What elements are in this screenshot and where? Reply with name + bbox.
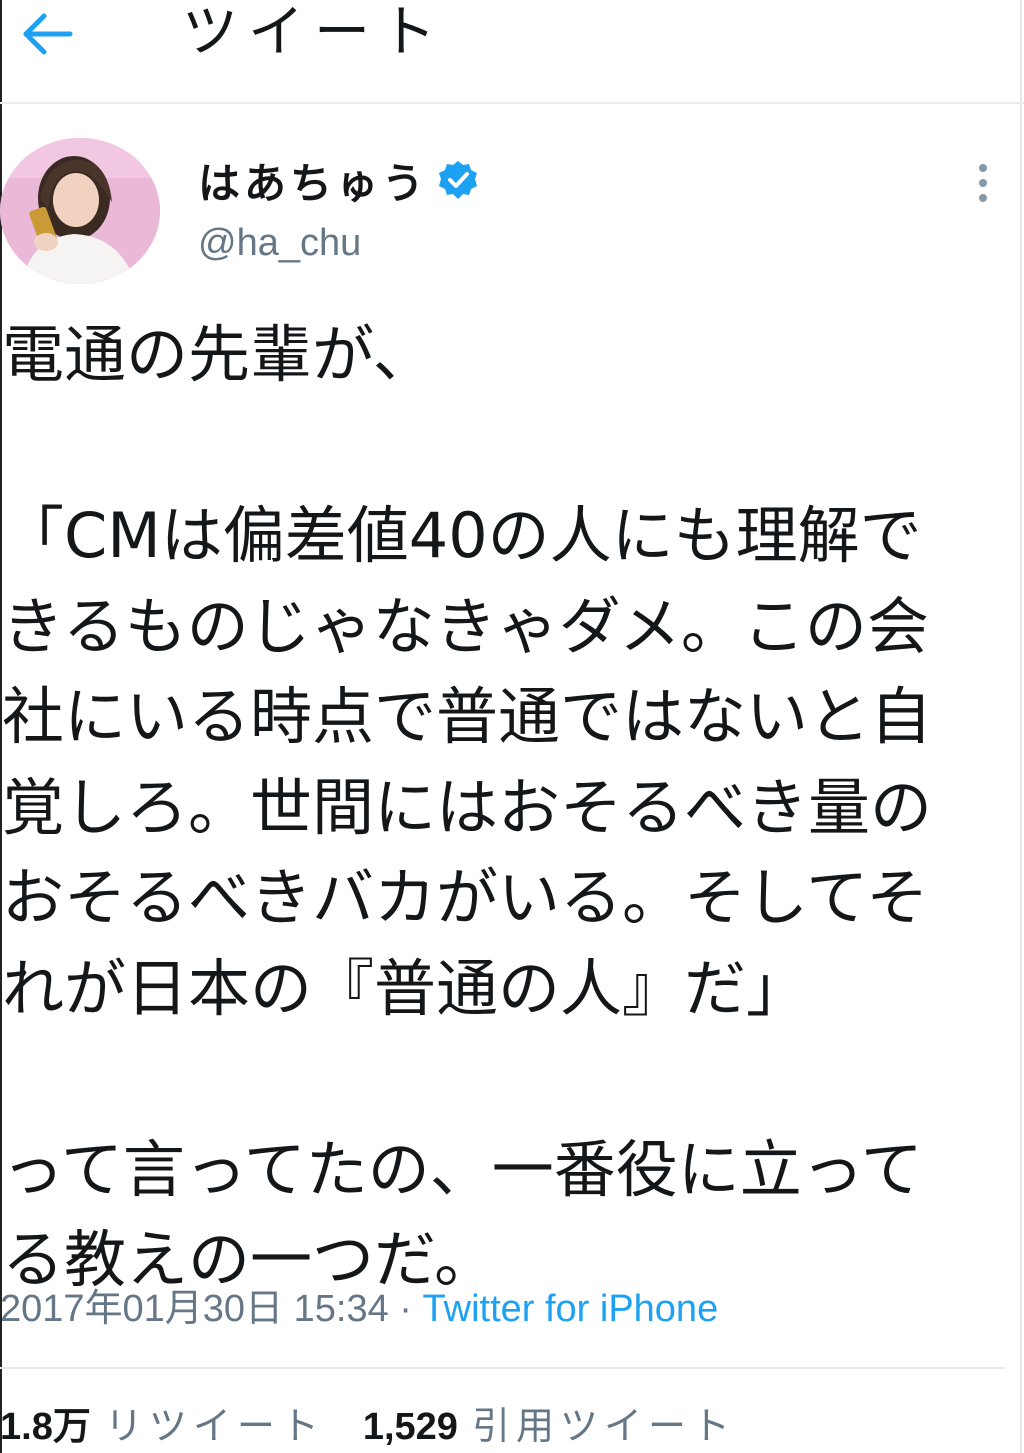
display-name[interactable]: はあちゅう [198,150,428,211]
quote-tweets-stat[interactable]: 1,529 引用ツイート [363,1400,736,1453]
tweet-line: 覚しろ。世間にはおそるべき量の [2,770,933,844]
retweets-label: リツイート [104,1404,325,1448]
tweet-stats: 1.8万 リツイート 1,529 引用ツイート [0,1400,736,1453]
quote-tweets-label: 引用ツイート [471,1404,736,1448]
tweet-timestamp: 2017年01月30日 15:34 [0,1288,389,1330]
meta-separator: · [388,1288,423,1330]
tweet-line: 電通の先輩が、 [2,318,435,391]
back-button[interactable] [18,8,78,60]
tweet-line: きるものじゃなきゃダメ。この会 [2,589,929,663]
profile-photo [0,138,160,284]
page-title: ツイート [182,0,446,65]
arrow-left-icon [23,13,73,55]
top-bar: ツイート [0,0,1024,104]
avatar[interactable] [0,138,160,284]
user-handle[interactable]: @ha_chu [198,222,361,265]
source-link[interactable]: Twitter for iPhone [423,1288,719,1330]
retweets-stat[interactable]: 1.8万 リツイート [0,1400,325,1453]
divider [0,1367,1006,1369]
tweet-text: 電通の先輩が、 「CMは偏差値40の人にも理解で きるものじゃなきゃダメ。この会… [2,310,1002,1306]
quote-tweets-count: 1,529 [362,1406,458,1448]
tweet-line: れが日本の『普通の人』だ」 [2,951,809,1025]
more-vertical-icon [979,164,987,202]
tweet-line: 「CMは偏差値40の人にも理解で [2,499,922,572]
tweet-line: って言ってたの、一番役に立って [2,1132,923,1206]
verified-badge-icon [439,161,478,199]
tweet-meta: 2017年01月30日 15:34 · Twitter for iPhone [0,1284,718,1334]
retweets-count: 1.8万 [0,1406,91,1448]
tweet-line: 社にいる時点で普通ではないと自 [2,680,933,753]
tweet-line: おそるべきバカがいる。そしてそ [2,861,929,934]
author-name-row[interactable]: はあちゅう [198,150,478,210]
more-options-button[interactable] [968,160,998,206]
